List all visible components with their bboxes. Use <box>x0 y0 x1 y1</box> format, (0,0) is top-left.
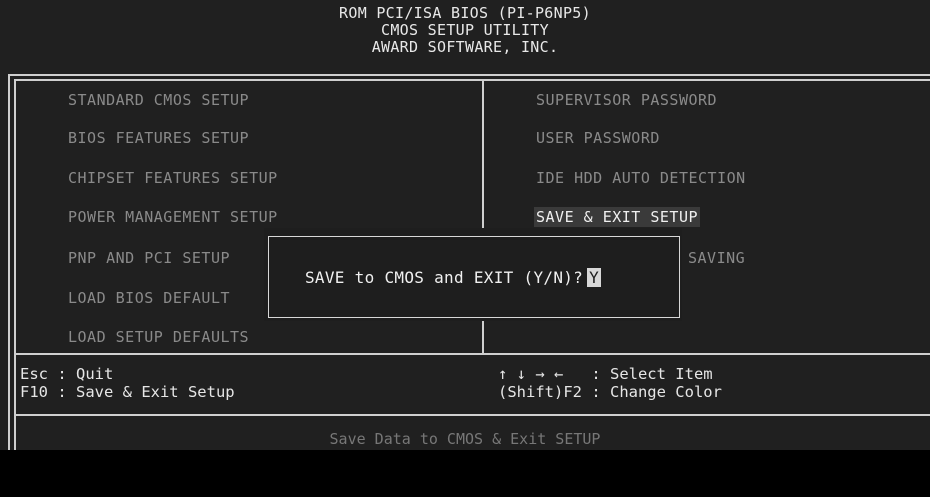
utility-title: CMOS SETUP UTILITY <box>381 21 549 39</box>
bios-screen: ROM PCI/ISA BIOS (PI-P6NP5) CMOS SETUP U… <box>0 0 930 450</box>
menu-user-password[interactable]: USER PASSWORD <box>536 128 660 148</box>
frame-left-inner <box>14 79 16 450</box>
confirm-dialog-text: SAVE to CMOS and EXIT (Y/N)? Y <box>305 268 602 288</box>
menu-pnp-pci-setup[interactable]: PNP AND PCI SETUP <box>68 248 230 268</box>
menu-supervisor-password[interactable]: SUPERVISOR PASSWORD <box>536 90 717 110</box>
menu-save-exit-setup[interactable]: SAVE & EXIT SETUP <box>534 207 701 227</box>
frame-top-outer <box>8 74 930 76</box>
help-select-item: ↑ ↓ → ← : Select Item <box>498 365 713 383</box>
bios-title: ROM PCI/ISA BIOS (PI-P6NP5) <box>339 4 591 22</box>
frame-left-outer <box>8 74 10 450</box>
bottom-black-bar <box>0 450 930 497</box>
bios-header: ROM PCI/ISA BIOS (PI-P6NP5) CMOS SETUP U… <box>0 0 930 74</box>
menu-load-setup-defaults[interactable]: LOAD SETUP DEFAULTS <box>68 327 249 347</box>
confirm-answer-input[interactable]: Y <box>587 268 602 287</box>
help-bottom-line <box>14 414 930 416</box>
menu-exit-without-saving[interactable]: SAVING <box>688 248 745 268</box>
help-top-line <box>14 353 930 355</box>
menu-bios-features-setup[interactable]: BIOS FEATURES SETUP <box>68 128 249 148</box>
frame-top-inner <box>14 79 930 81</box>
help-save-exit: F10 : Save & Exit Setup <box>20 383 235 401</box>
status-line: Save Data to CMOS & Exit SETUP <box>329 430 601 448</box>
menu-power-management-setup[interactable]: POWER MANAGEMENT SETUP <box>68 207 278 227</box>
menu-load-bios-default[interactable]: LOAD BIOS DEFAULT <box>68 288 230 308</box>
help-quit: Esc : Quit <box>20 365 114 383</box>
menu-chipset-features-setup[interactable]: CHIPSET FEATURES SETUP <box>68 168 278 188</box>
help-change-color: (Shift)F2 : Change Color <box>498 383 722 401</box>
confirm-prompt: SAVE to CMOS and EXIT (Y/N)? <box>305 268 584 287</box>
menu-ide-hdd-auto-detection[interactable]: IDE HDD AUTO DETECTION <box>536 168 746 188</box>
menu-standard-cmos-setup[interactable]: STANDARD CMOS SETUP <box>68 90 249 110</box>
vendor-title: AWARD SOFTWARE, INC. <box>371 38 559 56</box>
